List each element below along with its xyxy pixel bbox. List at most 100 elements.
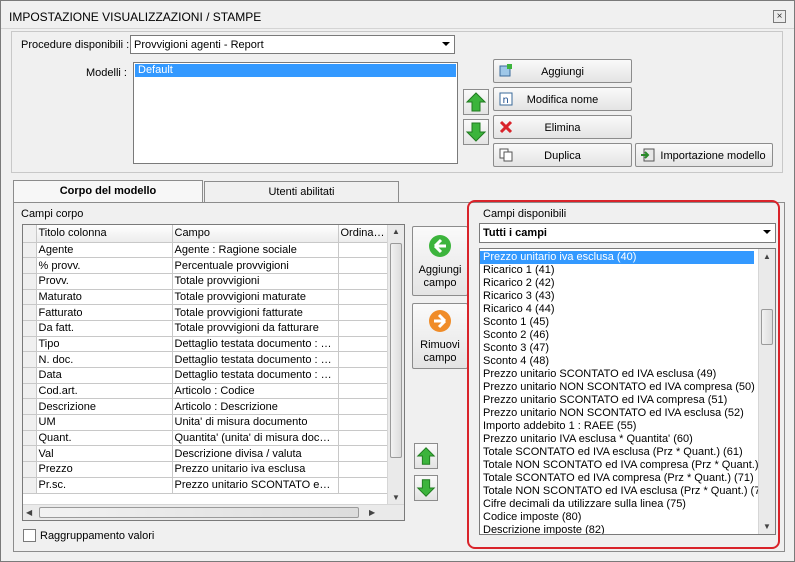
cell-title[interactable]: Quant. xyxy=(36,430,173,447)
cell-title[interactable]: Descrizione xyxy=(36,398,173,416)
row-header[interactable] xyxy=(23,461,37,478)
tab-enabled-users[interactable]: Utenti abilitati xyxy=(204,181,399,203)
close-button[interactable]: × xyxy=(773,10,786,23)
cell-title[interactable]: Cod.art. xyxy=(36,383,173,400)
table-row[interactable]: Val Descrizione divisa / valuta xyxy=(23,445,389,463)
row-header[interactable] xyxy=(23,430,37,447)
cell-order[interactable] xyxy=(338,320,389,337)
row-header[interactable] xyxy=(23,445,37,463)
body-fields-table[interactable]: Titolo colonna Campo Ordinamen AgenteAge… xyxy=(22,224,405,521)
cell-order[interactable] xyxy=(338,461,389,478)
cell-order[interactable] xyxy=(338,351,389,368)
cell-title[interactable]: N. doc. xyxy=(36,351,173,368)
cell-field[interactable]: Percentuale provvigioni xyxy=(172,257,339,274)
add-model-button[interactable]: Aggiungi xyxy=(493,59,632,83)
table-row[interactable]: % provv. Percentuale provvigioni xyxy=(23,257,389,274)
move-field-up-button[interactable] xyxy=(414,443,438,469)
scroll-left-icon[interactable]: ◀ xyxy=(26,508,32,517)
cell-order[interactable] xyxy=(338,304,389,321)
table-row[interactable]: UM Unita' di misura documento xyxy=(23,414,389,431)
cell-order[interactable] xyxy=(338,398,389,416)
tab-model-body[interactable]: Corpo del modello xyxy=(13,180,203,204)
cell-order[interactable] xyxy=(338,273,389,290)
cell-field[interactable]: Unita' di misura documento xyxy=(172,414,339,431)
row-header[interactable] xyxy=(23,336,37,353)
procedure-dropdown[interactable]: Provvigioni agenti - Report xyxy=(130,35,455,54)
cell-title[interactable]: Da fatt. xyxy=(36,320,173,337)
cell-order[interactable] xyxy=(338,430,389,447)
add-field-button[interactable]: Aggiungi campo xyxy=(412,226,468,296)
row-header[interactable] xyxy=(23,367,37,384)
cell-field[interactable]: Dettaglio testata documento : D... xyxy=(172,367,339,384)
cell-title[interactable]: Prezzo xyxy=(36,461,173,478)
table-row[interactable]: Pr.sc. Prezzo unitario SCONTATO ed I... xyxy=(23,477,389,494)
cell-field[interactable]: Totale provvigioni da fatturare xyxy=(172,320,339,337)
cell-field[interactable]: Totale provvigioni maturate xyxy=(172,289,339,306)
cell-order[interactable] xyxy=(338,414,389,431)
cell-title[interactable]: Maturato xyxy=(36,289,173,306)
cell-title[interactable]: Pr.sc. xyxy=(36,477,173,494)
cell-field[interactable]: Descrizione divisa / valuta xyxy=(172,445,339,463)
table-vertical-thumb[interactable] xyxy=(390,243,402,458)
cell-order[interactable] xyxy=(338,336,389,353)
cell-field[interactable]: Prezzo unitario iva esclusa xyxy=(172,461,339,478)
table-row[interactable]: Maturato Totale provvigioni maturate xyxy=(23,289,389,306)
table-row[interactable]: Da fatt. Totale provvigioni da fatturare xyxy=(23,320,389,337)
cell-title[interactable]: Val xyxy=(36,445,173,463)
cell-field[interactable]: Articolo : Codice xyxy=(172,383,339,400)
row-header[interactable] xyxy=(23,320,37,337)
rename-model-button[interactable]: n Modifica nome xyxy=(493,87,632,111)
table-row[interactable]: Cod.art. Articolo : Codice xyxy=(23,383,389,400)
row-header[interactable] xyxy=(23,273,37,290)
row-header[interactable] xyxy=(23,383,37,400)
scroll-down-icon[interactable]: ▼ xyxy=(388,493,404,502)
cell-order[interactable] xyxy=(338,257,389,274)
cell-title[interactable]: % provv. xyxy=(36,257,173,274)
cell-order[interactable] xyxy=(338,289,389,306)
scroll-right-icon[interactable]: ▶ xyxy=(369,508,375,517)
cell-title[interactable]: Fatturato xyxy=(36,304,173,321)
cell-field[interactable]: Dettaglio testata documento : Ti... xyxy=(172,336,339,353)
column-header-title[interactable]: Titolo colonna xyxy=(36,225,173,243)
table-row[interactable]: Quant. Quantita' (unita' di misura docum.… xyxy=(23,430,389,447)
cell-order[interactable] xyxy=(338,445,389,463)
table-horizontal-scrollbar[interactable]: ◀ ▶ xyxy=(23,504,404,520)
table-row[interactable]: Prezzo Prezzo unitario iva esclusa xyxy=(23,461,389,478)
table-row[interactable]: N. doc. Dettaglio testata documento : N..… xyxy=(23,351,389,368)
column-header-order[interactable]: Ordinamen xyxy=(338,225,389,243)
move-model-down-button[interactable] xyxy=(463,119,489,145)
cell-title[interactable]: Tipo xyxy=(36,336,173,353)
cell-field[interactable]: Agente : Ragione sociale xyxy=(172,242,339,259)
row-header[interactable] xyxy=(23,242,37,259)
cell-order[interactable] xyxy=(338,367,389,384)
cell-field[interactable]: Dettaglio testata documento : N... xyxy=(172,351,339,368)
cell-field[interactable]: Totale provvigioni xyxy=(172,273,339,290)
table-row[interactable]: Provv. Totale provvigioni xyxy=(23,273,389,290)
import-model-button[interactable]: Importazione modello xyxy=(635,143,773,167)
table-row[interactable]: Tipo Dettaglio testata documento : Ti... xyxy=(23,336,389,353)
delete-model-button[interactable]: Elimina xyxy=(493,115,632,139)
row-header[interactable] xyxy=(23,351,37,368)
cell-title[interactable]: Agente xyxy=(36,242,173,259)
table-row[interactable]: Data Dettaglio testata documento : D... xyxy=(23,367,389,384)
cell-title[interactable]: UM xyxy=(36,414,173,431)
table-row[interactable]: Fatturato Totale provvigioni fatturate xyxy=(23,304,389,321)
grouping-checkbox[interactable] xyxy=(23,529,36,542)
row-header[interactable] xyxy=(23,304,37,321)
move-model-up-button[interactable] xyxy=(463,89,489,115)
row-header[interactable] xyxy=(23,289,37,306)
column-header-field[interactable]: Campo xyxy=(172,225,339,243)
row-header[interactable] xyxy=(23,398,37,416)
models-list[interactable]: Default xyxy=(133,62,458,164)
row-header[interactable] xyxy=(23,414,37,431)
cell-field[interactable]: Quantita' (unita' di misura docum... xyxy=(172,430,339,447)
row-header[interactable] xyxy=(23,477,37,494)
cell-field[interactable]: Prezzo unitario SCONTATO ed I... xyxy=(172,477,339,494)
remove-field-button[interactable]: Rimuovi campo xyxy=(412,303,468,369)
cell-field[interactable]: Totale provvigioni fatturate xyxy=(172,304,339,321)
cell-order[interactable] xyxy=(338,477,389,494)
cell-order[interactable] xyxy=(338,242,389,259)
table-row[interactable]: Descrizione Articolo : Descrizione xyxy=(23,398,389,416)
table-row[interactable]: Agente Agente : Ragione sociale xyxy=(23,242,389,259)
cell-field[interactable]: Articolo : Descrizione xyxy=(172,398,339,416)
